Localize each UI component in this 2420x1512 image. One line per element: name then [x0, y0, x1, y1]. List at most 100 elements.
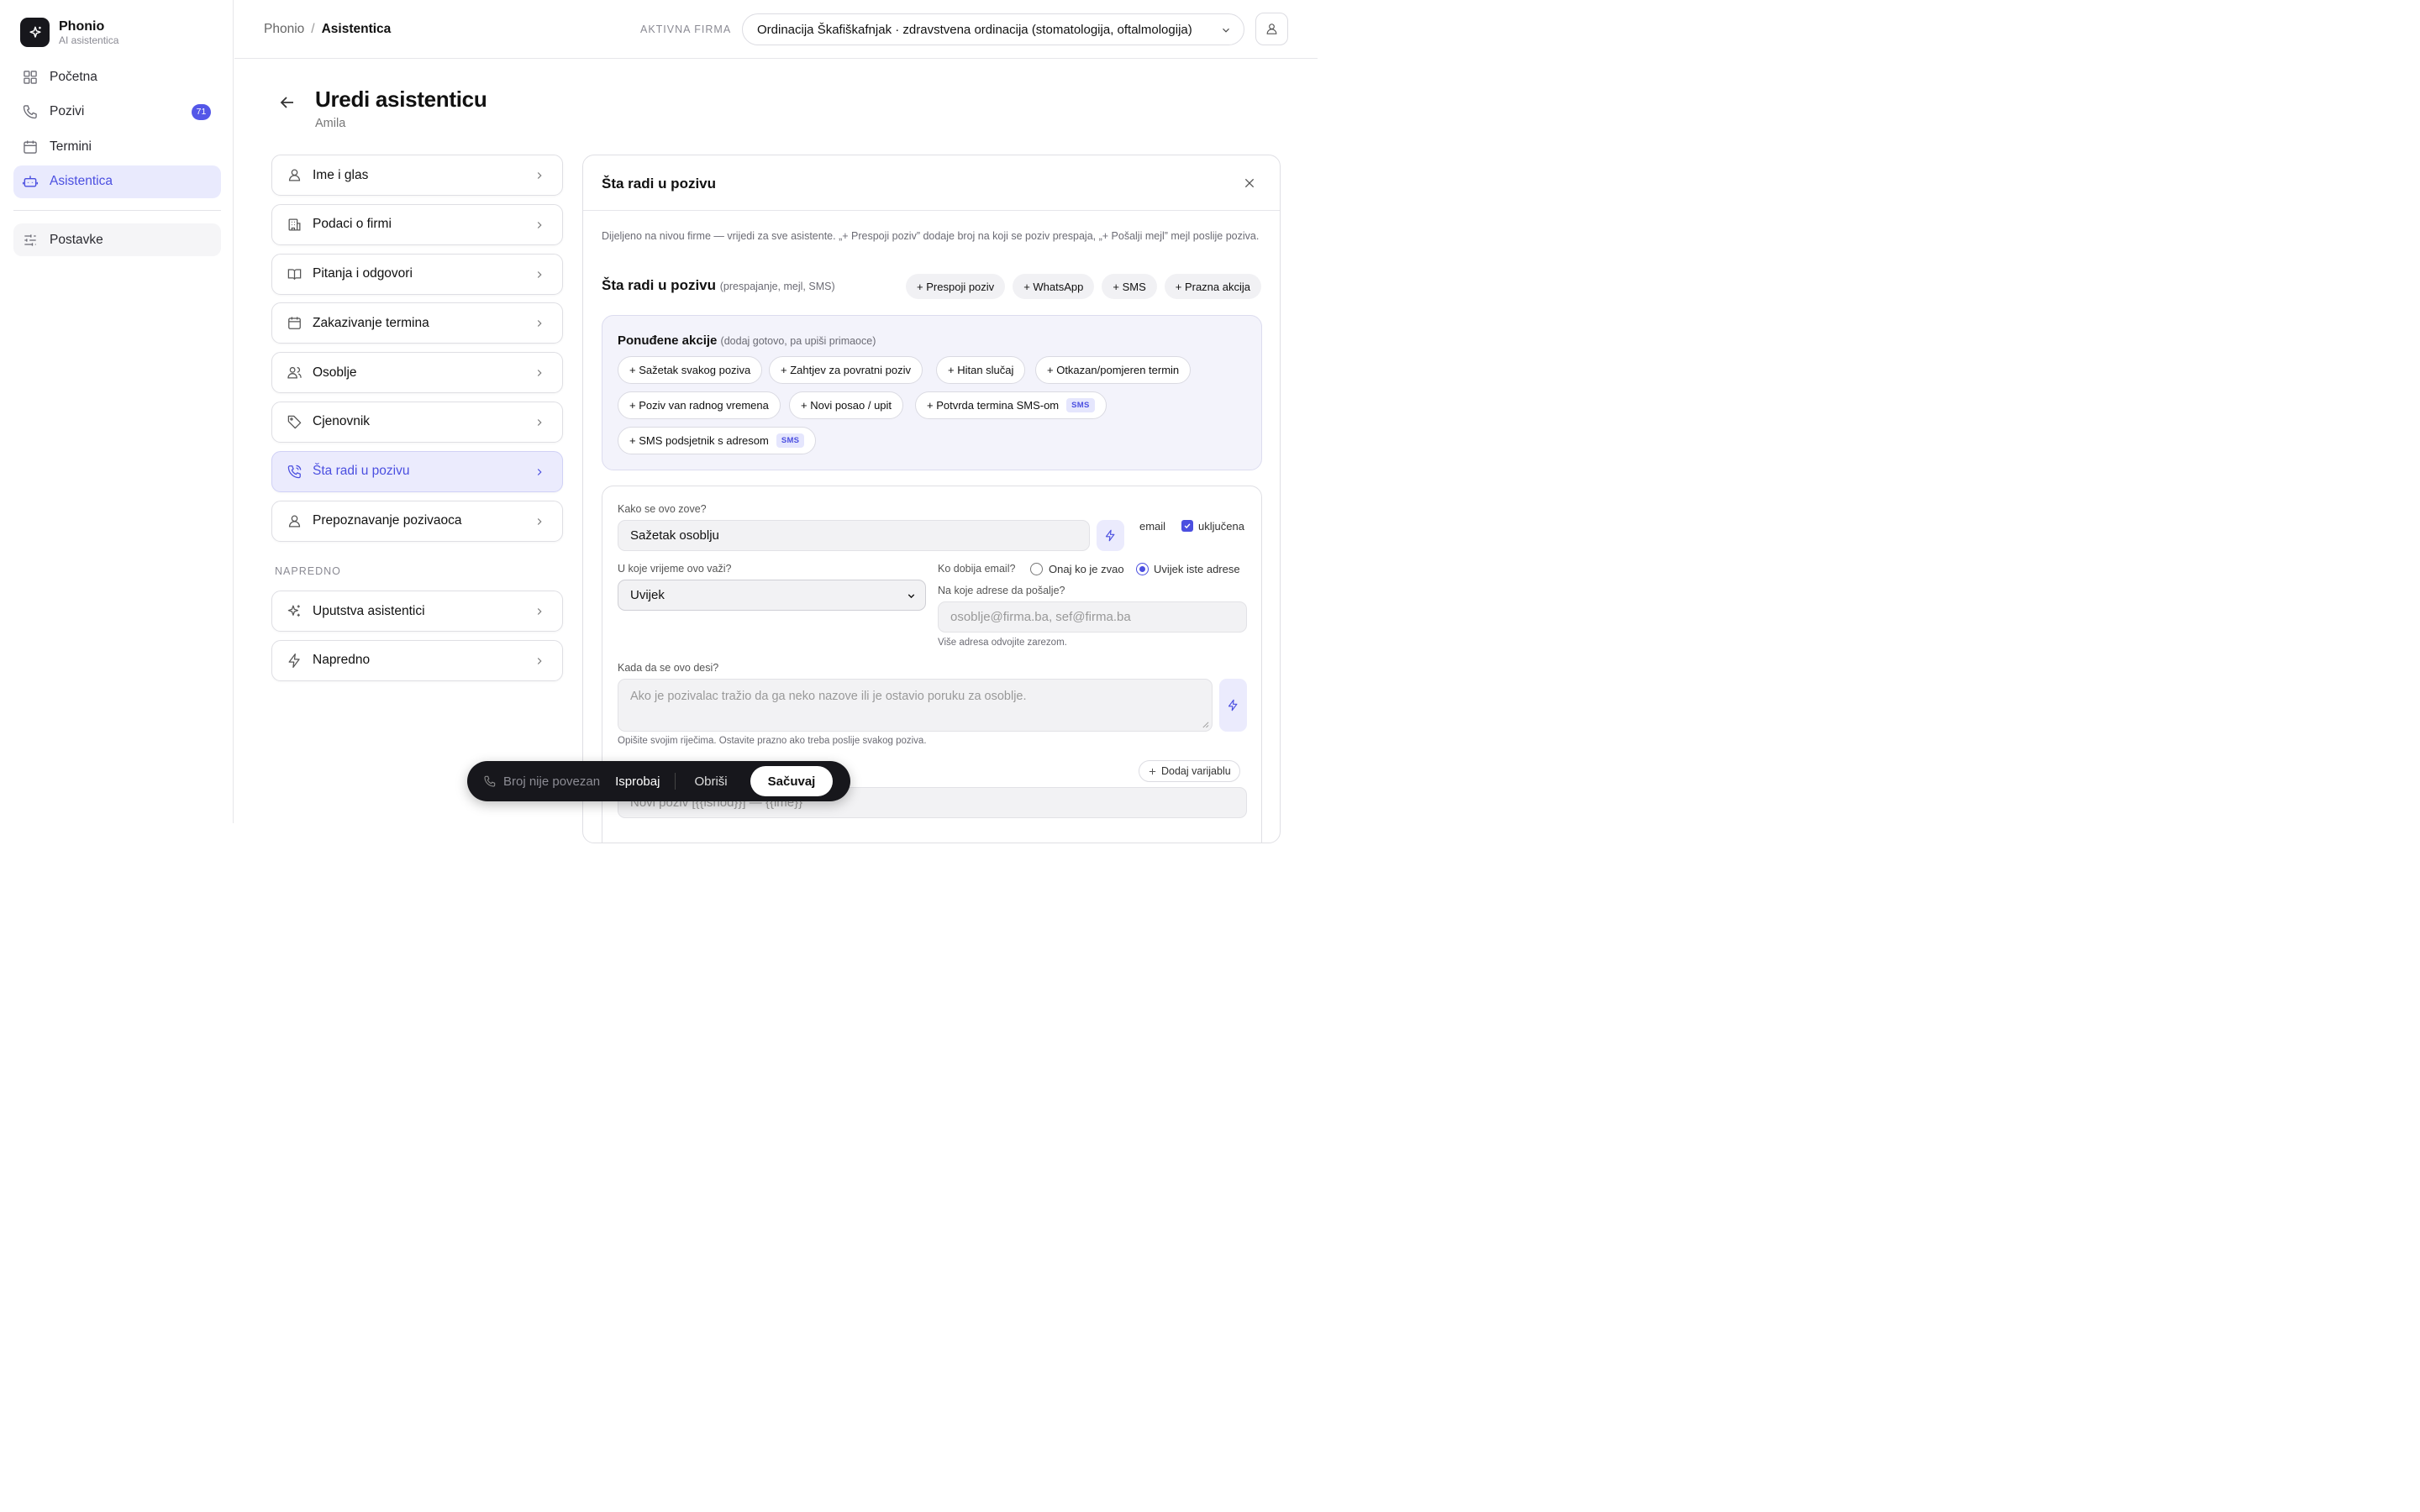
add-variable-button[interactable]: Dodaj varijablu	[1139, 760, 1240, 782]
chevron-right-icon	[534, 318, 545, 329]
trigger-textarea[interactable]: Ako je pozivalac tražio da ga neko nazov…	[618, 679, 1213, 732]
action-bar-divider	[675, 773, 676, 790]
try-button[interactable]: Isprobaj	[615, 774, 660, 789]
section-label: Pitanja i odgovori	[313, 266, 413, 281]
active-firm-value: Ordinacija Škafiškafnjak · zdravstvena o…	[757, 22, 1192, 37]
user-icon	[287, 167, 302, 183]
chevron-right-icon	[534, 269, 545, 281]
section-prepoznavanje-pozivaoca[interactable]: Prepoznavanje pozivaoca	[271, 500, 563, 542]
sidebar-item-label: Termini	[50, 139, 92, 154]
delete-button[interactable]: Obriši	[694, 774, 727, 789]
active-firm-select[interactable]: Ordinacija Škafiškafnjak · zdravstvena o…	[742, 13, 1244, 45]
chip-label: + SMS podsjetnik s adresom	[629, 434, 769, 447]
chevron-right-icon	[534, 170, 545, 181]
chevron-right-icon	[534, 516, 545, 528]
calendar-icon	[287, 315, 302, 331]
offered-chip-new-job[interactable]: + Novi posao / upit	[789, 391, 904, 419]
section-label: Osoblje	[313, 365, 357, 380]
add-empty-action-button[interactable]: + Prazna akcija	[1164, 274, 1261, 299]
chevron-right-icon	[534, 367, 545, 379]
sidebar-item-pocetna[interactable]: Početna	[13, 60, 221, 93]
user-menu-button[interactable]	[1255, 13, 1288, 45]
offered-chip-callback[interactable]: + Zahtjev za povratni poziv	[769, 356, 923, 384]
floating-action-bar: Broj nije povezan Isprobaj Obriši Sačuva…	[467, 761, 850, 801]
sidebar-item-label: Postavke	[50, 232, 103, 247]
bolt-icon	[1104, 529, 1117, 542]
section-label: Zakazivanje termina	[313, 315, 429, 330]
sidebar-item-pozivi[interactable]: Pozivi 71	[13, 96, 221, 129]
phone-status-text: Broj nije povezan	[503, 774, 601, 789]
offered-chip-emergency[interactable]: + Hitan slučaj	[936, 356, 1026, 384]
grid-icon	[22, 69, 39, 86]
section-label: Podaci o firmi	[313, 217, 392, 232]
chip-label: + Zahtjev za povratni poziv	[781, 364, 911, 376]
add-sms-button[interactable]: + SMS	[1102, 274, 1157, 299]
offered-chip-after-hours[interactable]: + Poziv van radnog vremena	[618, 391, 781, 419]
actions-title-hint: (prespajanje, mejl, SMS)	[719, 281, 835, 292]
section-sta-radi-u-pozivu[interactable]: Šta radi u pozivu	[271, 450, 563, 492]
section-list: Ime i glas Podaci o firmi Pitanja i odgo…	[271, 155, 563, 549]
active-firm-label: AKTIVNA FIRMA	[640, 24, 732, 35]
enabled-label: uključena	[1198, 520, 1244, 533]
recipient-caller-radio[interactable]	[1030, 563, 1043, 575]
sidebar-item-termini[interactable]: Termini	[13, 130, 221, 163]
trigger-help: Opišite svojim riječima. Ostavite prazno…	[618, 736, 927, 746]
when-select-value: Uvijek	[630, 588, 665, 602]
section-napredno[interactable]: Napredno	[271, 639, 563, 681]
sidebar-item-asistentica[interactable]: Asistentica	[13, 165, 221, 198]
sidebar-item-label: Početna	[50, 69, 97, 84]
section-pitanja-i-odgovori[interactable]: Pitanja i odgovori	[271, 253, 563, 295]
panel-title: Šta radi u pozivu	[602, 176, 717, 192]
section-osoblje[interactable]: Osoblje	[271, 352, 563, 394]
resize-handle-icon[interactable]	[1202, 721, 1209, 728]
ai-fill-name-button[interactable]	[1097, 520, 1124, 551]
close-panel-button[interactable]	[1243, 176, 1256, 190]
topbar: Phonio / Asistentica AKTIVNA FIRMA Ordin…	[234, 0, 1318, 59]
phone-icon	[483, 774, 497, 788]
calls-count-badge: 71	[192, 103, 211, 120]
sidebar-item-postavke[interactable]: Postavke	[13, 223, 221, 256]
offered-chip-sms-reminder[interactable]: + SMS podsjetnik s adresom SMS	[618, 427, 817, 454]
section-podaci-o-firmi[interactable]: Podaci o firmi	[271, 203, 563, 245]
add-whatsapp-button[interactable]: + WhatsApp	[1013, 274, 1095, 299]
section-label: Prepoznavanje pozivaoca	[313, 513, 462, 528]
enabled-checkbox[interactable]	[1181, 520, 1193, 532]
recipient-label: Ko dobija email?	[938, 563, 1016, 575]
chevron-right-icon	[534, 466, 545, 478]
breadcrumb: Phonio / Asistentica	[264, 22, 391, 37]
addresses-help: Više adresa odvojite zarezom.	[938, 638, 1067, 648]
add-transfer-call-button[interactable]: + Prespoji poziv	[906, 274, 1006, 299]
offered-chip-sms-confirm[interactable]: + Potvrda termina SMS-om SMS	[915, 391, 1107, 419]
page-subtitle: Amila	[315, 117, 346, 130]
section-zakazivanje-termina[interactable]: Zakazivanje termina	[271, 302, 563, 344]
action-name-input[interactable]: Sažetak osoblju	[618, 520, 1090, 551]
breadcrumb-root[interactable]: Phonio	[264, 22, 304, 37]
offered-title-hint: (dodaj gotovo, pa upiši primaoce)	[720, 335, 876, 347]
section-label: Uputstva asistentici	[313, 603, 425, 618]
tag-icon	[287, 414, 302, 430]
recipient-fixed-radio[interactable]	[1136, 563, 1149, 575]
advanced-section-list: Uputstva asistentici Napredno	[271, 591, 563, 690]
phone-call-icon	[287, 464, 302, 480]
sidebar-item-label: Pozivi	[50, 104, 85, 118]
back-button[interactable]	[277, 92, 297, 113]
section-label: Napredno	[313, 653, 371, 668]
section-uputstva-asistentici[interactable]: Uputstva asistentici	[271, 591, 563, 632]
offered-chip-cancelled[interactable]: + Otkazan/pomjeren termin	[1035, 356, 1192, 384]
section-label: Šta radi u pozivu	[313, 464, 410, 479]
sms-tag: SMS	[776, 433, 805, 448]
when-select[interactable]: Uvijek	[618, 580, 926, 611]
arrow-left-icon	[277, 92, 297, 113]
offered-chip-summary[interactable]: + Sažetak svakog poziva	[618, 356, 763, 384]
brand[interactable]: Phonio AI asistentica	[20, 18, 118, 47]
section-cjenovnik[interactable]: Cjenovnik	[271, 401, 563, 443]
addresses-input[interactable]: osoblje@firma.ba, sef@firma.ba	[938, 601, 1247, 633]
sparkles-icon	[287, 603, 302, 619]
section-ime-i-glas[interactable]: Ime i glas	[271, 155, 563, 196]
save-button[interactable]: Sačuvaj	[750, 766, 834, 796]
actions-panel: Šta radi u pozivu Dijeljeno na nivou fir…	[582, 155, 1281, 843]
section-label: Ime i glas	[313, 167, 369, 182]
sliders-icon	[22, 232, 39, 249]
ai-fill-trigger-button[interactable]	[1219, 679, 1247, 732]
panel-description: Dijeljeno na nivou firme — vrijedi za sv…	[602, 230, 1260, 242]
